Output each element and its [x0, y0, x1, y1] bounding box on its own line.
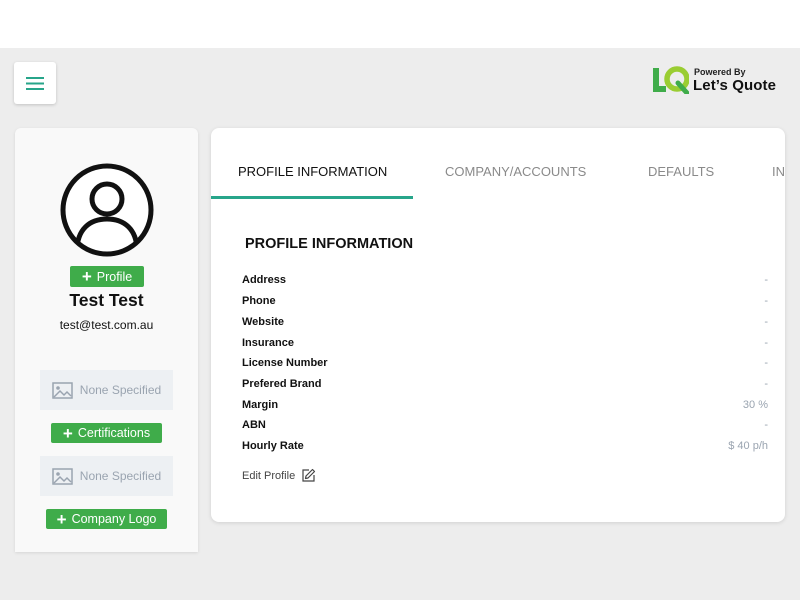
- image-placeholder-icon: [52, 381, 73, 399]
- active-tab-indicator: [211, 196, 413, 199]
- powered-by-text: Powered By: [694, 67, 746, 77]
- hamburger-icon: [26, 76, 44, 90]
- add-certifications-button[interactable]: + Certifications: [51, 423, 162, 443]
- certifications-placeholder: None Specified: [40, 370, 173, 410]
- lq-logo-icon: [653, 66, 689, 94]
- info-row-phone: Phone -: [242, 295, 768, 311]
- tab-profile-information[interactable]: PROFILE INFORMATION: [238, 164, 387, 179]
- certifications-label: Certifications: [77, 426, 151, 440]
- info-row-margin: Margin 30 %: [242, 399, 768, 415]
- info-value: -: [764, 378, 768, 390]
- info-label: ABN: [242, 419, 266, 431]
- image-placeholder-icon: [52, 467, 73, 485]
- info-row-hourly-rate: Hourly Rate $ 40 p/h: [242, 440, 768, 456]
- info-label: Prefered Brand: [242, 378, 322, 390]
- company-logo-placeholder: None Specified: [40, 456, 173, 496]
- info-label: Margin: [242, 399, 279, 411]
- section-title: PROFILE INFORMATION: [245, 236, 414, 252]
- info-label: Insurance: [242, 337, 294, 349]
- user-name: Test Test: [69, 290, 144, 310]
- plus-icon: +: [81, 267, 92, 286]
- brand-name: Let’s Quote: [693, 77, 777, 94]
- info-label: Hourly Rate: [242, 440, 304, 452]
- plus-icon: +: [56, 509, 67, 529]
- company-logo-label: Company Logo: [71, 512, 157, 526]
- add-profile-label: Profile: [96, 269, 133, 284]
- tab-overflow[interactable]: IN: [772, 164, 785, 179]
- add-profile-photo-button[interactable]: + Profile: [70, 266, 144, 287]
- info-value: -: [764, 274, 768, 286]
- info-label: Address: [242, 274, 287, 286]
- info-value: -: [764, 357, 768, 369]
- info-value: $ 40 p/h: [728, 440, 768, 452]
- user-avatar-icon: [60, 163, 154, 257]
- plus-icon: +: [62, 423, 73, 443]
- info-value: -: [764, 316, 768, 328]
- brand-logo[interactable]: Powered By Let’s Quote: [651, 66, 791, 96]
- edit-pencil-icon: [302, 468, 316, 482]
- profile-sidebar: + Profile Test Test test@test.com.au Non…: [15, 128, 198, 552]
- profile-card: PROFILE INFORMATION COMPANY/ACCOUNTS DEF…: [211, 128, 785, 522]
- hamburger-menu-button[interactable]: [14, 62, 56, 104]
- info-value: 30 %: [742, 399, 768, 411]
- add-company-logo-button[interactable]: + Company Logo: [46, 509, 167, 529]
- info-label: Website: [242, 316, 284, 328]
- certifications-placeholder-text: None Specified: [79, 383, 162, 397]
- edit-profile-label: Edit Profile: [242, 469, 296, 482]
- info-row-abn: ABN -: [242, 419, 768, 435]
- user-email: test@test.com.au: [59, 318, 154, 332]
- info-row-website: Website -: [242, 316, 768, 332]
- top-bar: [0, 0, 800, 48]
- tab-company-accounts[interactable]: COMPANY/ACCOUNTS: [445, 164, 586, 179]
- edit-profile-link[interactable]: Edit Profile: [242, 468, 316, 483]
- info-row-insurance: Insurance -: [242, 337, 768, 353]
- info-row-address: Address -: [242, 274, 768, 290]
- info-value: -: [764, 419, 768, 431]
- tab-defaults[interactable]: DEFAULTS: [648, 164, 714, 179]
- info-row-license-number: License Number -: [242, 357, 768, 373]
- info-value: -: [764, 295, 768, 307]
- info-value: -: [764, 337, 768, 349]
- company-logo-placeholder-text: None Specified: [79, 469, 162, 483]
- info-label: License Number: [242, 357, 328, 369]
- info-label: Phone: [242, 295, 276, 307]
- info-row-prefered-brand: Prefered Brand -: [242, 378, 768, 394]
